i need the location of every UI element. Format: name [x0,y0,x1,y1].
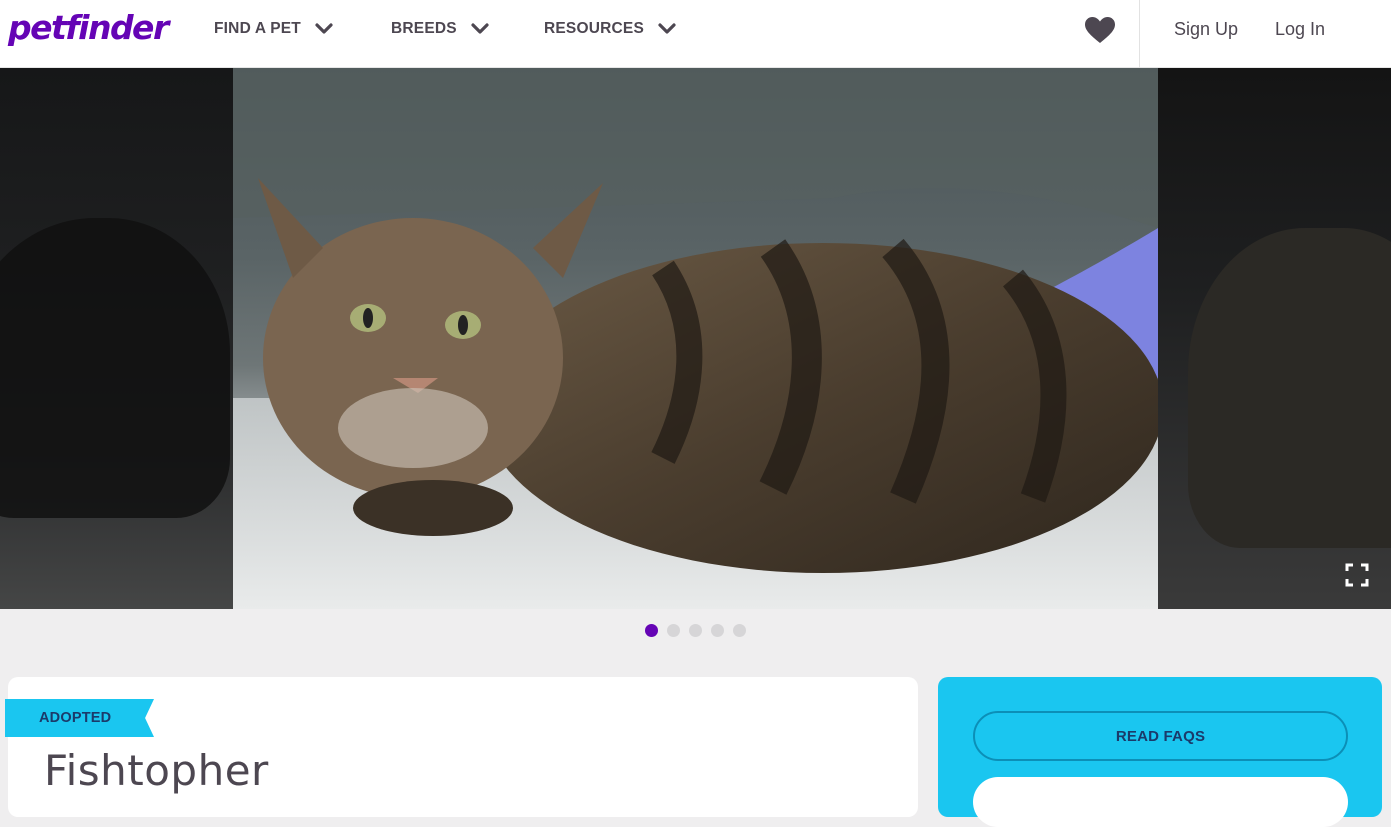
chevron-down-icon [471,23,489,34]
carousel-dot-1[interactable] [645,624,658,637]
cat-illustration [233,68,1163,609]
carousel-dot-3[interactable] [689,624,702,637]
next-photo[interactable] [1158,68,1391,609]
nav-resources-label: RESOURCES [544,20,644,37]
photo-carousel[interactable] [0,68,1391,609]
nav-resources[interactable]: RESOURCES [544,20,676,38]
carousel-dot-4[interactable] [711,624,724,637]
carousel-dots [645,624,746,637]
carousel-dot-5[interactable] [733,624,746,637]
nav-find-a-pet[interactable]: FIND A PET [214,20,333,38]
carousel-dot-2[interactable] [667,624,680,637]
expand-icon[interactable] [1345,563,1369,587]
pet-name: Fishtopher [44,746,269,795]
heart-icon[interactable] [1084,16,1116,44]
nav-breeds[interactable]: BREEDS [391,20,489,38]
chevron-down-icon [658,23,676,34]
nav-find-a-pet-label: FIND A PET [214,20,301,37]
petfinder-logo[interactable]: petfinder [8,8,169,47]
main-pet-photo [233,68,1163,609]
log-in-link[interactable]: Log In [1275,19,1325,40]
read-faqs-button[interactable]: READ FAQS [973,711,1348,761]
previous-photo[interactable] [0,68,233,609]
site-header: petfinder FIND A PET BREEDS RESOURCES Si… [0,0,1391,68]
status-badge: ADOPTED [5,699,154,737]
header-divider [1139,0,1140,68]
sign-up-link[interactable]: Sign Up [1174,19,1238,40]
nav-breeds-label: BREEDS [391,20,457,37]
chevron-down-icon [315,23,333,34]
sidebar-secondary-button[interactable] [973,777,1348,827]
